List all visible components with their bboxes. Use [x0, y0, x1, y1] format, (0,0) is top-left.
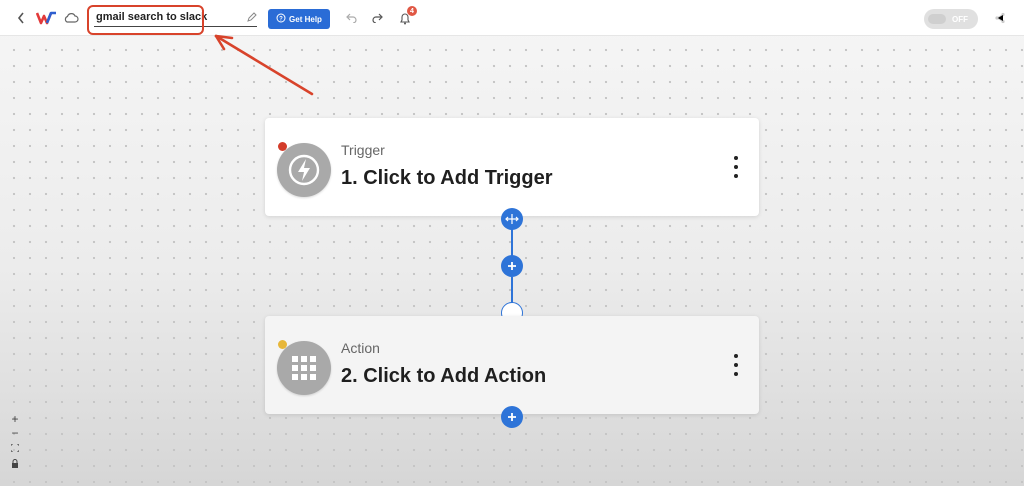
trigger-status-dot	[278, 142, 287, 151]
w-logo-icon[interactable]	[36, 10, 58, 26]
zoom-out-button[interactable]: −	[8, 426, 22, 440]
share-icon[interactable]	[993, 11, 1007, 25]
lightning-icon	[277, 143, 331, 197]
trigger-menu-icon[interactable]	[731, 156, 741, 178]
toggle-label: OFF	[952, 14, 968, 24]
trigger-card[interactable]: Trigger 1. Click to Add Trigger	[265, 118, 759, 216]
pencil-icon[interactable]	[246, 11, 258, 23]
get-help-label: Get Help	[289, 14, 322, 24]
fit-view-icon[interactable]	[8, 441, 22, 455]
add-step-button[interactable]	[501, 255, 523, 277]
action-title[interactable]: 2. Click to Add Action	[341, 365, 546, 388]
lock-icon[interactable]	[8, 456, 22, 470]
back-icon[interactable]	[14, 10, 28, 26]
add-step-button-bottom[interactable]	[501, 406, 523, 428]
action-card[interactable]: Action 2. Click to Add Action	[265, 316, 759, 414]
notification-badge: 4	[407, 6, 417, 16]
action-menu-icon[interactable]	[731, 354, 741, 376]
svg-text:?: ?	[279, 17, 283, 23]
top-bar: ? Get Help 4 OFF	[0, 0, 1024, 36]
annotation-arrow	[214, 34, 314, 96]
connector-line	[511, 226, 513, 256]
cloud-icon	[63, 11, 79, 25]
action-type-label: Action	[341, 340, 380, 356]
toggle-knob	[928, 14, 946, 24]
grid-icon	[277, 341, 331, 395]
trigger-title[interactable]: 1. Click to Add Trigger	[341, 167, 553, 190]
zoom-in-button[interactable]: +	[8, 412, 22, 426]
annotation-highlight-box	[87, 5, 204, 35]
workflow-toggle[interactable]: OFF	[924, 9, 978, 29]
undo-icon[interactable]	[345, 12, 357, 24]
action-status-dot	[278, 340, 287, 349]
connector-line	[511, 277, 513, 303]
redo-icon[interactable]	[372, 12, 384, 24]
trigger-type-label: Trigger	[341, 142, 385, 158]
split-node-icon[interactable]	[501, 208, 523, 230]
